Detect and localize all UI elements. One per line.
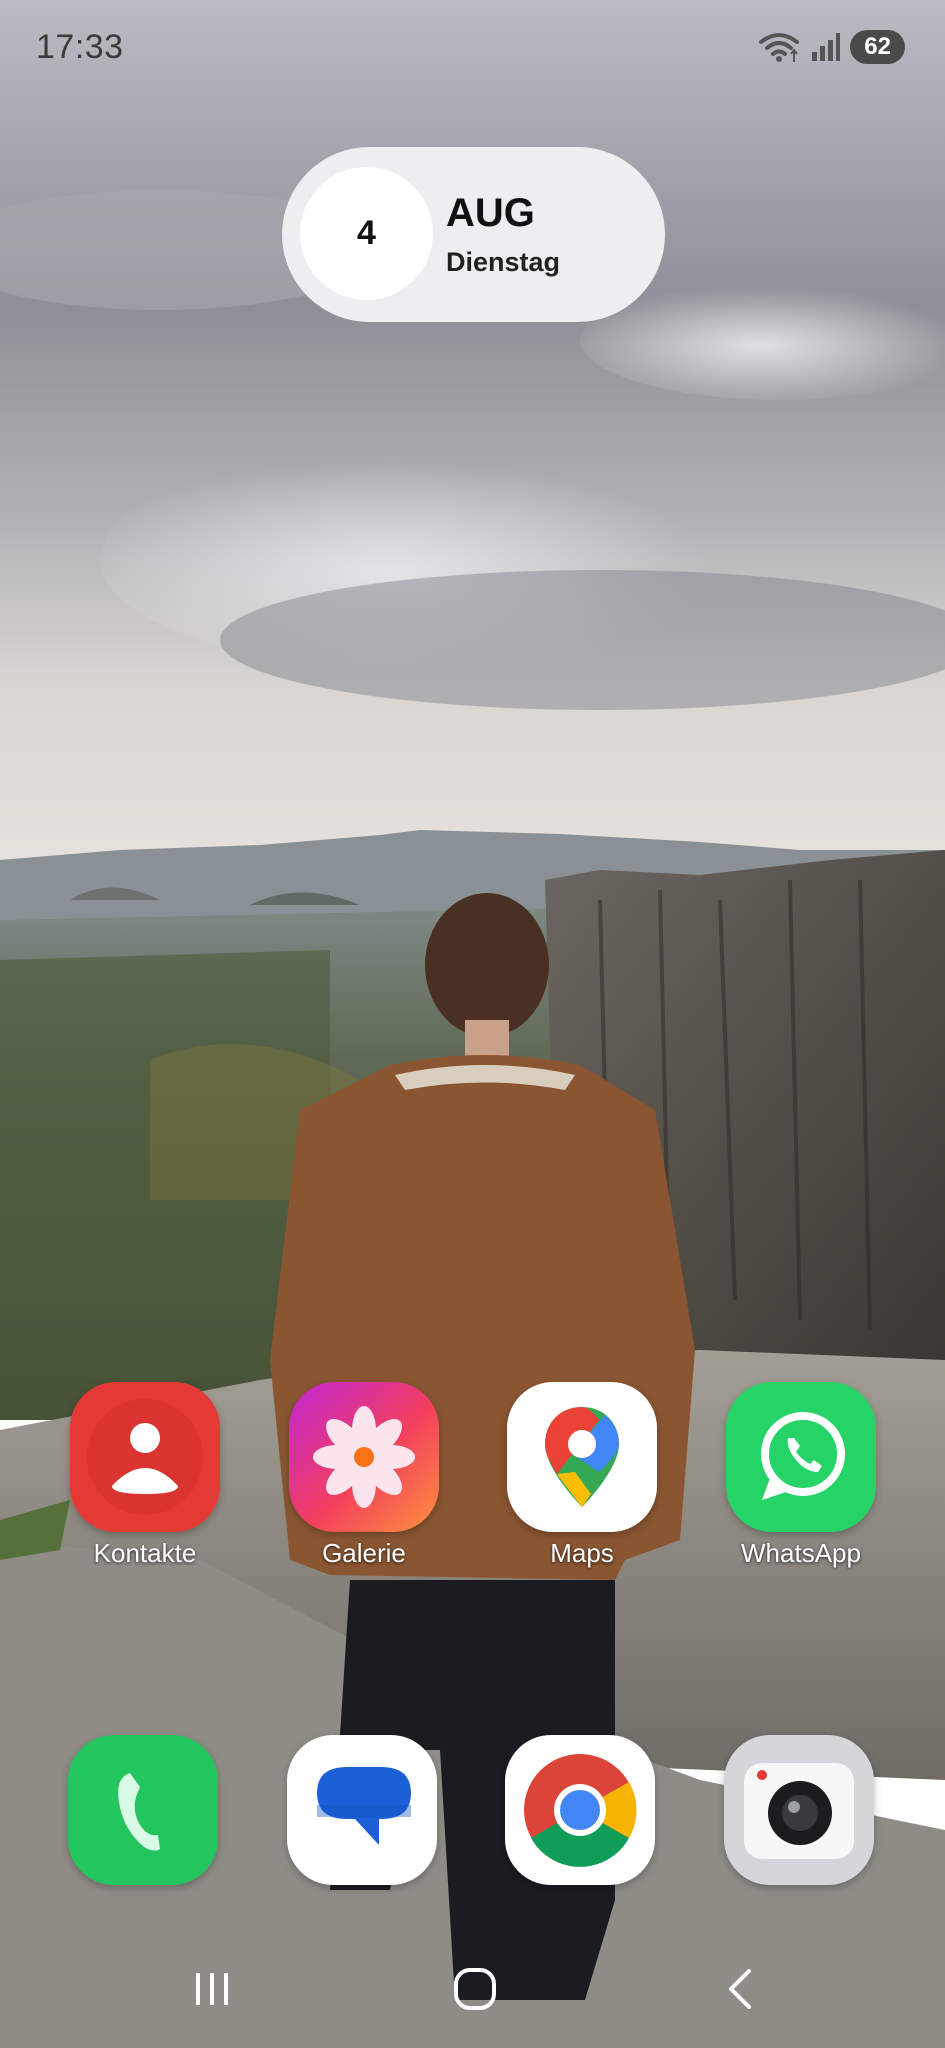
dock-phone[interactable] (68, 1735, 218, 1885)
maps-icon[interactable] (507, 1382, 657, 1532)
app-whatsapp[interactable]: WhatsApp (726, 1382, 876, 1569)
battery-icon: 62 (850, 30, 905, 64)
app-label-maps: Maps (550, 1538, 614, 1568)
whatsapp-icon[interactable] (726, 1382, 876, 1532)
app-label-galerie: Galerie (322, 1538, 406, 1568)
navigation-bar (0, 1950, 945, 2028)
wifi-icon (759, 33, 800, 62)
app-label-kontakte: Kontakte (93, 1538, 197, 1568)
gallery-icon[interactable] (289, 1382, 439, 1532)
home-button[interactable] (435, 1950, 515, 2028)
signal-icon (812, 33, 841, 61)
app-maps[interactable]: Maps (507, 1382, 657, 1569)
status-bar: 17:33 62 (0, 0, 945, 100)
camera-icon[interactable] (724, 1735, 874, 1885)
home-icon (454, 1968, 496, 2010)
phone-icon[interactable] (68, 1735, 218, 1885)
back-icon (729, 1969, 751, 2009)
date-day: 4 (300, 167, 433, 300)
date-widget[interactable]: 4 AUG Dienstag (282, 147, 665, 322)
status-icons: 62 (758, 30, 905, 64)
app-galerie[interactable]: Galerie (289, 1382, 439, 1569)
dock-chrome[interactable] (505, 1735, 655, 1885)
recents-button[interactable] (172, 1950, 252, 2028)
status-time: 17:33 (36, 28, 124, 66)
app-label-whatsapp: WhatsApp (741, 1538, 861, 1568)
dock-camera[interactable] (724, 1735, 874, 1885)
dock-messages[interactable] (287, 1735, 437, 1885)
app-kontakte[interactable]: Kontakte (70, 1382, 220, 1569)
recents-icon (196, 1973, 228, 2005)
date-month: AUG (446, 191, 535, 235)
back-button[interactable] (700, 1950, 780, 2028)
messages-icon[interactable] (287, 1735, 437, 1885)
contacts-icon[interactable] (70, 1382, 220, 1532)
date-weekday: Dienstag (446, 247, 561, 277)
chrome-icon[interactable] (505, 1735, 655, 1885)
